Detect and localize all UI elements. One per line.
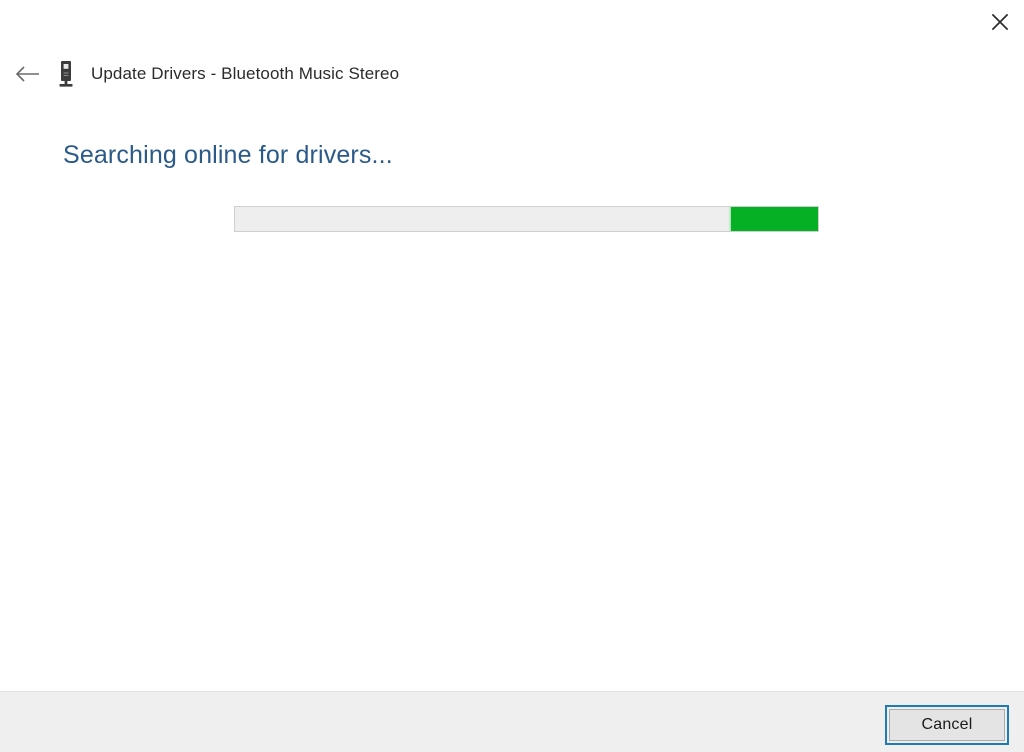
page-heading: Searching online for drivers... xyxy=(63,141,393,169)
cancel-button[interactable]: Cancel xyxy=(885,705,1009,745)
update-drivers-window: Update Drivers - Bluetooth Music Stereo … xyxy=(0,0,1024,752)
dialog-footer: Cancel xyxy=(0,691,1024,752)
window-title: Update Drivers - Bluetooth Music Stereo xyxy=(91,64,400,83)
back-button[interactable] xyxy=(6,57,48,91)
close-icon xyxy=(990,12,1010,32)
progress-bar xyxy=(234,206,819,232)
back-arrow-icon xyxy=(14,64,40,84)
title-bar xyxy=(0,0,1024,46)
close-button[interactable] xyxy=(976,0,1024,44)
progress-bar-chunk xyxy=(731,207,818,231)
navigation-row: Update Drivers - Bluetooth Music Stereo xyxy=(0,57,1024,91)
bluetooth-speaker-icon xyxy=(55,59,77,89)
